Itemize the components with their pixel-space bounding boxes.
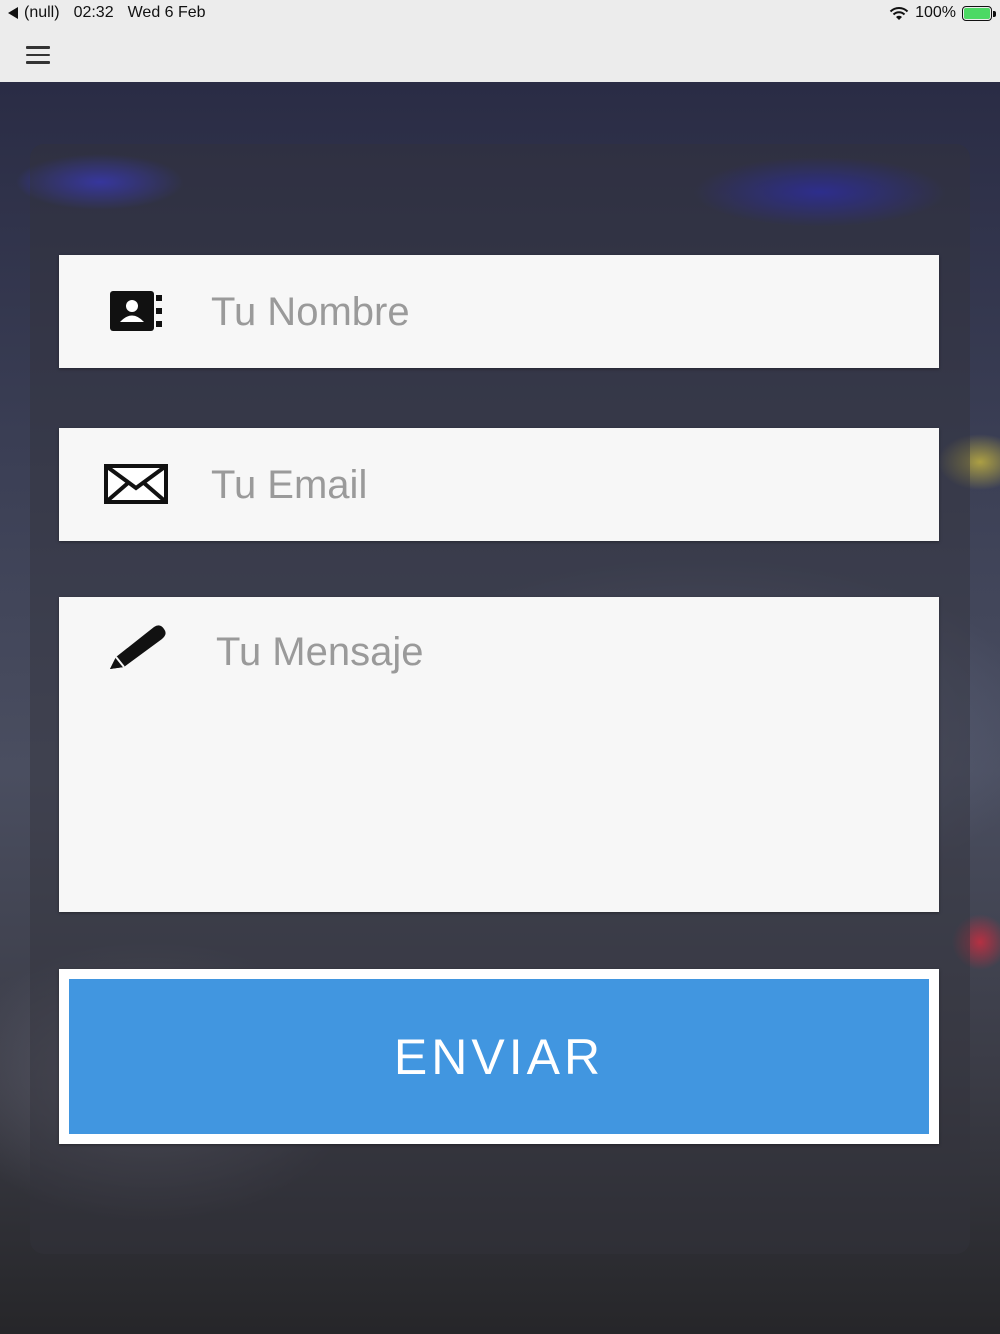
pencil-icon — [103, 625, 169, 673]
back-app-label[interactable]: (null) — [24, 4, 60, 22]
contact-book-icon — [103, 287, 169, 335]
name-input[interactable] — [211, 289, 909, 335]
battery-percentage: 100% — [915, 4, 956, 21]
email-input[interactable] — [211, 462, 909, 508]
hamburger-menu-icon[interactable] — [26, 46, 58, 68]
menu-line — [26, 46, 50, 49]
envelope-icon — [103, 460, 169, 508]
battery-tip — [993, 10, 996, 17]
message-field[interactable] — [59, 597, 939, 912]
battery-icon — [962, 5, 996, 21]
wifi-icon — [889, 6, 909, 20]
submit-button[interactable]: ENVIAR — [69, 979, 929, 1134]
status-time: 02:32 — [73, 4, 114, 21]
status-date: Wed 6 Feb — [127, 4, 206, 21]
menu-line — [26, 61, 50, 64]
name-field[interactable] — [59, 255, 939, 368]
menu-line — [26, 53, 50, 56]
status-bar: (null) 02:32 Wed 6 Feb 100% — [0, 0, 1000, 26]
email-field[interactable] — [59, 428, 939, 541]
status-left: (null) 02:32 Wed 6 Feb — [8, 4, 206, 22]
battery-level — [964, 7, 990, 19]
back-arrow-icon[interactable] — [8, 7, 18, 19]
submit-button-frame: ENVIAR — [59, 969, 939, 1144]
message-input[interactable] — [216, 629, 909, 879]
status-right: 100% — [889, 4, 996, 22]
top-nav-bar — [0, 26, 1000, 82]
